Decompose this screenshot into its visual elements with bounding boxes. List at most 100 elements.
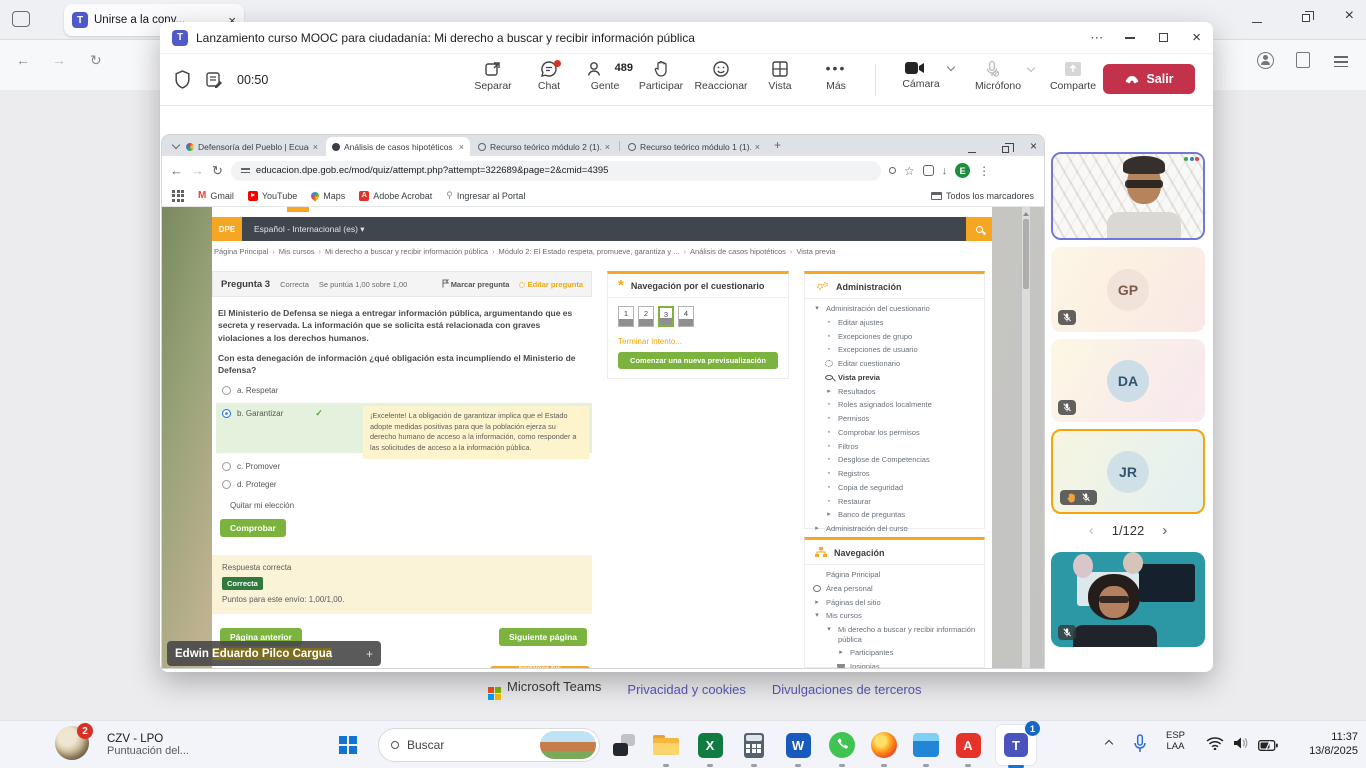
camera-button[interactable]: Cámara xyxy=(888,58,954,90)
tray-expand-chevron[interactable] xyxy=(1100,738,1112,756)
account-icon[interactable] xyxy=(1257,52,1274,69)
tray-mic-icon[interactable] xyxy=(1133,734,1147,759)
bookmark-gmail[interactable]: MGmail xyxy=(198,190,234,201)
tree-item-link[interactable]: Editar ajustes xyxy=(838,318,883,327)
speaker-icon[interactable] xyxy=(1233,736,1249,755)
answer-option-d[interactable]: d. Proteger xyxy=(222,480,592,489)
tree-item-link[interactable]: Permisos xyxy=(838,414,869,423)
url-field[interactable]: educacion.dpe.gob.ec/mod/quiz/attempt.ph… xyxy=(231,161,881,181)
acrobat-button[interactable]: A xyxy=(952,729,984,761)
menu-icon[interactable] xyxy=(1334,53,1348,70)
bookmark-youtube[interactable]: YouTube xyxy=(248,191,297,201)
more-button[interactable]: ••• Más xyxy=(808,58,864,92)
radio-icon[interactable] xyxy=(222,462,231,471)
tree-item-link[interactable]: Banco de preguntas xyxy=(838,510,905,519)
breadcrumb-item[interactable]: Módulo 2: El Estado respeta, promueve, g… xyxy=(499,247,690,256)
chrome-tab-4[interactable]: Recurso teórico módulo 1 (1).p× xyxy=(622,137,766,156)
language-menu[interactable]: Español - Internacional (es) ▾ xyxy=(254,224,365,235)
chrome-menu-icon[interactable]: ⋮ xyxy=(978,164,990,178)
sidebar-toggle-icon[interactable] xyxy=(12,11,30,27)
apps-grid-icon[interactable] xyxy=(172,190,184,202)
question-number-box[interactable]: 1 xyxy=(618,306,634,327)
language-indicator[interactable]: ESPLAA xyxy=(1166,731,1185,753)
browser-restore-button[interactable] xyxy=(1302,9,1310,27)
flag-question-link[interactable]: Marcar pregunta xyxy=(442,279,510,289)
radio-selected-icon[interactable] xyxy=(222,409,231,418)
dpe-logo[interactable]: DPE xyxy=(212,217,242,241)
all-bookmarks[interactable]: Todos los marcadores xyxy=(931,191,1034,201)
profile-avatar[interactable]: E xyxy=(955,163,970,178)
tree-item-link[interactable]: Filtros xyxy=(838,442,858,451)
mic-button[interactable]: Micrófono xyxy=(962,58,1034,92)
close-button[interactable]: × xyxy=(1192,29,1201,47)
breadcrumb-item[interactable]: Vista previa xyxy=(796,247,835,256)
search-button[interactable] xyxy=(966,217,992,241)
tree-item-link[interactable]: Mis cursos xyxy=(826,611,862,620)
new-preview-button[interactable]: Comenzar una nueva previsualización xyxy=(618,352,778,369)
plus-icon[interactable]: + xyxy=(366,647,373,661)
camera-chevron-icon[interactable] xyxy=(947,63,955,71)
tree-item-link[interactable]: Copia de seguridad xyxy=(838,483,903,492)
pager-next-icon[interactable]: › xyxy=(1162,522,1167,539)
pager-prev-icon[interactable]: ‹ xyxy=(1089,522,1094,539)
bookmark-star-icon[interactable]: ☆ xyxy=(904,164,915,178)
taskbar-widget[interactable]: 2 CZV - LPO Puntuación del... xyxy=(55,726,189,764)
battery-icon[interactable] xyxy=(1258,738,1278,756)
chrome-tab-1[interactable]: Defensoría del Pueblo | Ecuado× xyxy=(180,137,324,156)
tree-item-link[interactable]: Editar cuestionario xyxy=(838,359,900,368)
remote-desktop-button[interactable] xyxy=(910,729,942,761)
share-button[interactable]: Comparte xyxy=(1042,58,1104,92)
mic-chevron-icon[interactable] xyxy=(1027,64,1035,72)
participant-tile-jr-hand-raised[interactable]: JR xyxy=(1051,429,1205,514)
browser-minimize-button[interactable] xyxy=(1252,13,1262,31)
chrome-tab-2-active[interactable]: Análisis de casos hipotéticos (p× xyxy=(326,137,470,156)
people-button[interactable]: 489 Gente xyxy=(577,58,633,92)
tree-item-link[interactable]: Comprobar los permisos xyxy=(838,428,920,437)
start-button[interactable] xyxy=(332,729,364,761)
radio-icon[interactable] xyxy=(222,480,231,489)
scrollbar-thumb[interactable] xyxy=(1023,219,1029,289)
downloads-icon[interactable]: ↓ xyxy=(942,165,948,177)
participant-tile-da[interactable]: DA xyxy=(1051,339,1205,422)
tab-search-chevron-icon[interactable] xyxy=(167,139,179,157)
bookmark-page-icon[interactable] xyxy=(1296,52,1310,68)
word-button[interactable]: W xyxy=(782,729,814,761)
answer-option-a[interactable]: a. Respetar xyxy=(222,386,592,395)
breakout-button[interactable]: Separar xyxy=(465,58,521,92)
next-page-button[interactable]: Siguiente página xyxy=(499,628,587,646)
participant-video-tile[interactable] xyxy=(1051,552,1205,647)
back-icon[interactable]: ← xyxy=(16,52,30,68)
finish-attempt-link[interactable]: Terminar intento... xyxy=(608,327,788,346)
teams-taskbar-button[interactable]: T 1 xyxy=(996,725,1036,765)
firefox-button[interactable] xyxy=(868,729,900,761)
chrome-tab-3[interactable]: Recurso teórico módulo 2 (1).p× xyxy=(472,137,616,156)
tab-close-icon[interactable]: × xyxy=(459,142,464,152)
search-box[interactable]: Buscar xyxy=(378,728,600,762)
view-button[interactable]: Vista xyxy=(752,58,808,92)
maximize-button[interactable] xyxy=(1159,29,1168,47)
question-number-box[interactable]: 2 xyxy=(638,306,654,327)
microsoft-teams-footer-link[interactable]: Microsoft Teams xyxy=(488,679,601,700)
clock[interactable]: 11:37 13/8/2025 xyxy=(1296,730,1358,759)
calculator-button[interactable] xyxy=(738,729,770,761)
react-button[interactable]: Reaccionar xyxy=(693,58,749,92)
speaker-video-tile[interactable] xyxy=(1051,152,1205,240)
new-tab-icon[interactable]: + xyxy=(774,138,781,152)
chat-button[interactable]: Chat xyxy=(521,58,577,92)
zoom-icon[interactable] xyxy=(889,165,896,177)
question-number-box[interactable]: 3 xyxy=(658,306,674,327)
edit-question-link[interactable]: Editar pregunta xyxy=(519,280,583,289)
bookmark-maps[interactable]: Maps xyxy=(311,191,345,201)
tree-item-link[interactable]: Excepciones de grupo xyxy=(838,332,912,341)
radio-icon[interactable] xyxy=(222,386,231,395)
excel-button[interactable]: X xyxy=(694,729,726,761)
tree-item-link[interactable]: Roles asignados localmente xyxy=(838,400,932,409)
question-number-box[interactable]: 4 xyxy=(678,306,694,327)
tree-item-link[interactable]: Registros xyxy=(838,469,870,478)
bookmark-portal[interactable]: ⚲Ingresar al Portal xyxy=(446,190,525,201)
tree-item-link[interactable]: Administración del cuestionario xyxy=(826,304,930,313)
tab-close-icon[interactable]: × xyxy=(605,142,610,152)
forward-icon[interactable]: → xyxy=(52,52,66,68)
leave-button[interactable]: Salir xyxy=(1103,64,1195,94)
meeting-notes-icon[interactable] xyxy=(205,71,223,89)
